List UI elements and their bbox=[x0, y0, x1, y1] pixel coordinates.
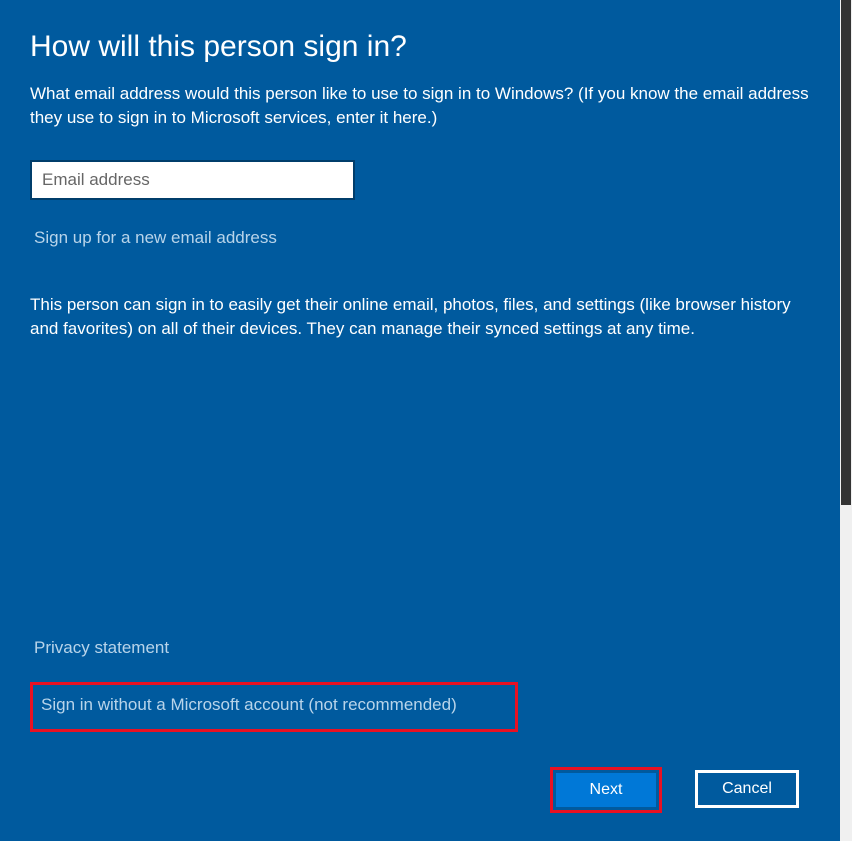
button-row: Next Cancel bbox=[30, 767, 810, 813]
dialog-content: How will this person sign in? What email… bbox=[0, 0, 840, 841]
next-button[interactable]: Next bbox=[556, 773, 656, 807]
cancel-button[interactable]: Cancel bbox=[695, 770, 799, 808]
highlight-next-button: Next bbox=[550, 767, 662, 813]
cancel-button-wrap: Cancel bbox=[692, 767, 802, 813]
dialog-title: How will this person sign in? bbox=[30, 30, 810, 64]
sign-in-without-account-link[interactable]: Sign in without a Microsoft account (not… bbox=[41, 695, 457, 714]
privacy-statement-link[interactable]: Privacy statement bbox=[34, 638, 169, 658]
scrollbar-track[interactable] bbox=[840, 0, 852, 841]
signup-new-email-link[interactable]: Sign up for a new email address bbox=[34, 228, 277, 248]
email-input[interactable] bbox=[30, 160, 355, 200]
dialog-description: What email address would this person lik… bbox=[30, 82, 810, 130]
bottom-section: Privacy statement Sign in without a Micr… bbox=[30, 638, 810, 813]
highlight-no-account: Sign in without a Microsoft account (not… bbox=[30, 682, 518, 732]
scrollbar-thumb[interactable] bbox=[841, 0, 851, 505]
info-text: This person can sign in to easily get th… bbox=[30, 293, 810, 342]
